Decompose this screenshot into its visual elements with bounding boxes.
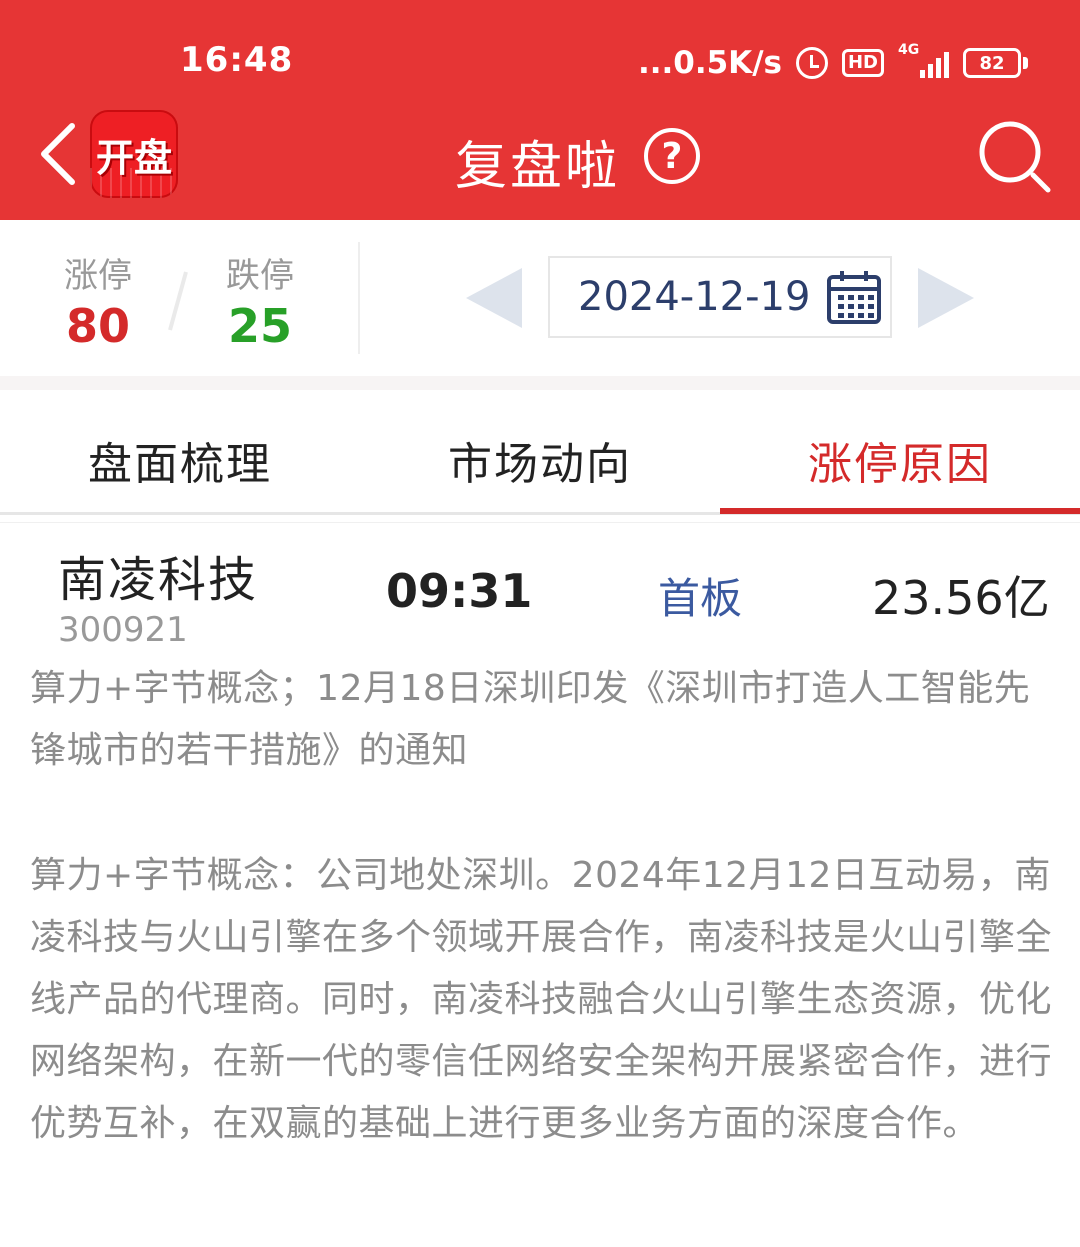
alarm-icon bbox=[795, 47, 828, 79]
hd-badge: HD bbox=[841, 49, 884, 77]
help-icon[interactable]: ? bbox=[644, 128, 700, 184]
tab-market-trend[interactable]: 市场动向 bbox=[448, 428, 632, 492]
active-tab-indicator bbox=[720, 508, 1080, 514]
limit-down-stat[interactable]: 跌停 25 bbox=[224, 248, 296, 353]
date-picker[interactable]: 2024-12-19 bbox=[548, 256, 892, 338]
page-title: 复盘啦 bbox=[455, 137, 621, 197]
limit-up-label: 涨停 bbox=[64, 256, 132, 296]
limit-up-stat[interactable]: 涨停 80 bbox=[62, 248, 134, 353]
stock-code: 300921 bbox=[58, 610, 188, 650]
reason-detail: 算力+字节概念：公司地处深圳。2024年12月12日互动易，南凌科技与火山引擎在… bbox=[30, 855, 1053, 1144]
network-speed: ...0.5K/s bbox=[637, 45, 782, 81]
stat-separator bbox=[168, 271, 188, 331]
status-icons: ...0.5K/s HD 4G 82 bbox=[638, 40, 1028, 86]
stock-name[interactable]: 南凌科技 bbox=[58, 540, 258, 610]
back-chevron-icon[interactable] bbox=[38, 122, 94, 186]
section-separator bbox=[0, 376, 1080, 390]
app-logo-text: 开盘 bbox=[95, 135, 172, 180]
calendar-icon bbox=[827, 271, 882, 324]
tab-limit-up-reason[interactable]: 涨停原因 bbox=[808, 428, 992, 492]
app-logo[interactable]: 开盘 bbox=[90, 110, 178, 198]
stats-divider bbox=[358, 242, 360, 354]
status-time: 16:48 bbox=[180, 40, 294, 80]
battery-icon: 82 bbox=[963, 48, 1028, 78]
limit-down-label: 跌停 bbox=[226, 256, 294, 296]
search-icon[interactable] bbox=[976, 118, 1052, 194]
battery-level: 82 bbox=[963, 48, 1021, 78]
network-type-label: 4G bbox=[898, 42, 920, 58]
signal-icon: 4G bbox=[898, 42, 949, 78]
limit-down-count: 25 bbox=[227, 299, 292, 353]
board-tag: 首板 bbox=[658, 574, 743, 623]
market-cap: 23.56亿 bbox=[872, 571, 1050, 625]
limit-up-time: 09:31 bbox=[386, 564, 533, 618]
prev-date-arrow-icon[interactable] bbox=[466, 268, 522, 328]
app-header: 16:48 ...0.5K/s HD 4G 82 开盘 复盘啦 ? bbox=[0, 0, 1080, 220]
selected-date: 2024-12-19 bbox=[578, 274, 811, 320]
tab-market-review[interactable]: 盘面梳理 bbox=[88, 428, 272, 492]
next-date-arrow-icon[interactable] bbox=[918, 268, 974, 328]
reason-summary: 算力+字节概念；12月18日深圳印发《深圳市打造人工智能先锋城市的若干措施》的通… bbox=[30, 668, 1031, 771]
limit-up-count: 80 bbox=[65, 299, 130, 353]
